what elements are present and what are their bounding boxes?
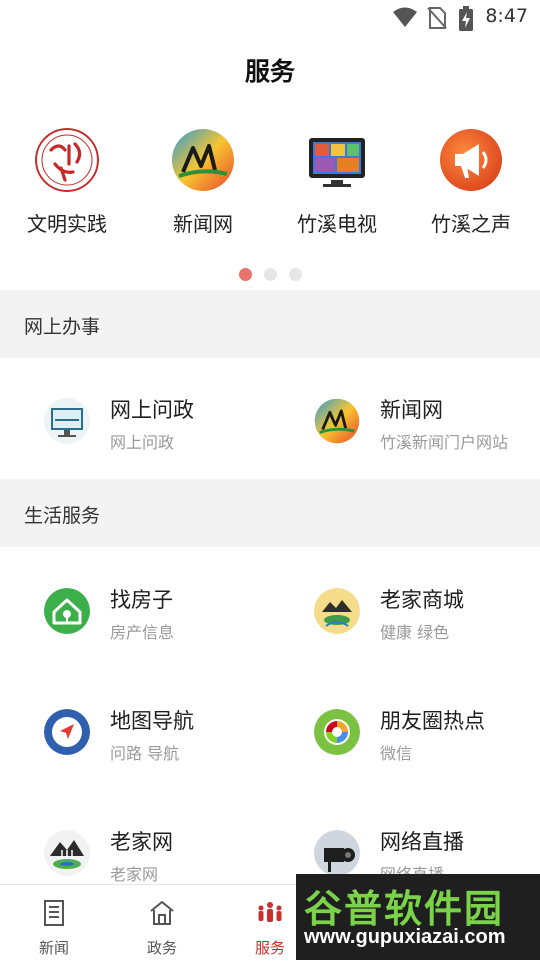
service-title: 网上问政 xyxy=(110,398,194,422)
service-subtitle: 房产信息 xyxy=(110,623,175,642)
service-title: 老家商城 xyxy=(380,588,464,612)
service-item-find-house[interactable]: 找房子 房产信息 xyxy=(0,566,270,666)
service-subtitle: 网上问政 xyxy=(110,433,175,452)
service-subtitle: 微信 xyxy=(380,744,413,763)
nav-tab-news[interactable]: 新闻 xyxy=(0,885,108,961)
watermark: 谷普软件园 www.gupuxiazai.com xyxy=(296,874,540,960)
service-title: 找房子 xyxy=(110,588,173,612)
carousel-item-news-site[interactable]: 新闻网 xyxy=(138,128,268,237)
nav-label: 政务 xyxy=(146,939,177,957)
section-header-online-affairs: 网上办事 xyxy=(0,290,540,358)
service-title: 老家网 xyxy=(110,830,173,854)
service-subtitle: 健康 绿色 xyxy=(380,623,450,642)
section-title: 生活服务 xyxy=(24,505,101,527)
section-header-life-services: 生活服务 xyxy=(0,479,540,547)
service-title: 新闻网 xyxy=(380,398,443,422)
wifi-icon xyxy=(392,6,418,32)
news-site-logo-icon xyxy=(171,128,235,192)
nav-label: 新闻 xyxy=(38,939,69,957)
watermark-brand: 谷普软件园 xyxy=(304,887,505,931)
compass-icon xyxy=(44,709,90,755)
service-subtitle: 问路 导航 xyxy=(110,744,180,763)
megaphone-icon xyxy=(439,128,503,192)
carousel-item-label: 新闻网 xyxy=(173,212,233,236)
carousel-item-label: 竹溪电视 xyxy=(297,212,377,236)
shortcut-carousel[interactable]: 文明实践 新闻网 竹溪电视 竹溪之声 xyxy=(0,128,540,258)
xinshidai-logo-icon xyxy=(35,128,99,192)
battery-charging-icon xyxy=(458,6,474,36)
carousel-item-tv[interactable]: 竹溪电视 xyxy=(272,128,402,237)
service-item-map-navigation[interactable]: 地图导航 问路 导航 xyxy=(0,687,270,787)
service-title: 朋友圈热点 xyxy=(380,709,485,733)
carousel-item-label: 文明实践 xyxy=(27,212,107,236)
status-bar: 8:47 xyxy=(0,0,540,36)
service-item-hometown-mall[interactable]: 老家商城 健康 绿色 xyxy=(270,566,540,666)
section-title: 网上办事 xyxy=(24,316,101,338)
service-title: 网络直播 xyxy=(380,830,464,854)
page-title: 服务 xyxy=(244,57,295,86)
nav-tab-government[interactable]: 政务 xyxy=(108,885,216,961)
watermark-url: www.gupuxiazai.com xyxy=(304,926,506,948)
service-item-online-inquiry[interactable]: 网上问政 网上问政 xyxy=(0,376,270,476)
monitor-icon xyxy=(44,398,90,444)
pagination-dot[interactable] xyxy=(288,268,302,281)
people-icon xyxy=(256,899,284,927)
news-site-logo-icon xyxy=(314,398,360,444)
carousel-pagination xyxy=(0,268,540,282)
pagination-dot-active[interactable] xyxy=(238,268,252,281)
service-subtitle: 竹溪新闻门户网站 xyxy=(380,433,509,452)
service-title: 地图导航 xyxy=(110,709,194,733)
carousel-item-wenming[interactable]: 文明实践 xyxy=(2,128,132,237)
government-building-icon xyxy=(148,899,176,927)
live-camera-icon xyxy=(314,830,360,876)
carousel-item-label: 竹溪之声 xyxy=(431,212,511,236)
service-item-moments-hot[interactable]: 朋友圈热点 微信 xyxy=(270,687,540,787)
no-sim-icon xyxy=(426,6,448,34)
hometown-mall-logo-icon xyxy=(314,588,360,634)
hometown-site-logo-icon xyxy=(44,830,90,876)
moments-icon xyxy=(314,709,360,755)
status-time: 8:47 xyxy=(485,5,528,27)
carousel-item-voice[interactable]: 竹溪之声 xyxy=(406,128,536,237)
house-icon xyxy=(44,588,90,634)
newspaper-icon xyxy=(40,899,68,927)
service-subtitle: 老家网 xyxy=(110,865,159,884)
tv-icon xyxy=(305,128,369,192)
service-item-news-site[interactable]: 新闻网 竹溪新闻门户网站 xyxy=(270,376,540,476)
pagination-dot[interactable] xyxy=(263,268,277,281)
